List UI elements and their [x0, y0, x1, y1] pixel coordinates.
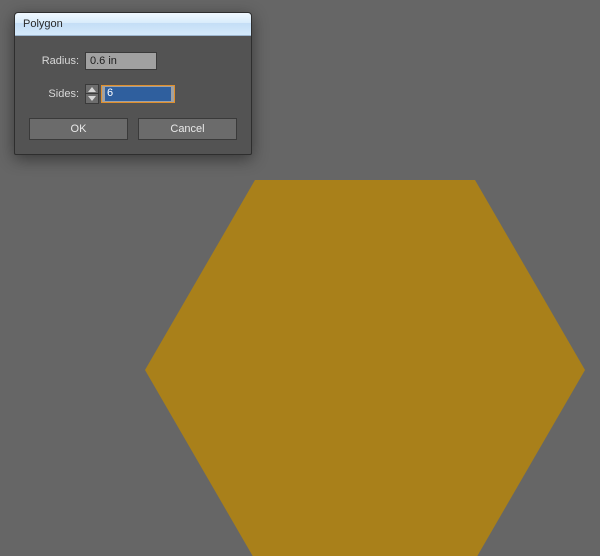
dialog-body: Radius: Sides: 6 OK Cancel: [15, 36, 251, 154]
radius-label: Radius:: [29, 55, 85, 67]
sides-step-up[interactable]: [85, 84, 99, 94]
cancel-button[interactable]: Cancel: [138, 118, 237, 140]
hexagon-polygon: [145, 180, 585, 556]
dialog-button-row: OK Cancel: [29, 118, 237, 140]
radius-input[interactable]: [85, 52, 157, 70]
hexagon-shape: [145, 180, 585, 556]
sides-stepper: [85, 84, 99, 104]
chevron-down-icon: [88, 96, 96, 101]
sides-label: Sides:: [29, 88, 85, 100]
dialog-title: Polygon: [23, 18, 63, 30]
polygon-dialog: Polygon Radius: Sides: 6 OK: [14, 12, 252, 155]
chevron-up-icon: [88, 87, 96, 92]
ok-button[interactable]: OK: [29, 118, 128, 140]
sides-input[interactable]: [101, 85, 175, 103]
dialog-titlebar[interactable]: Polygon: [15, 13, 251, 36]
radius-row: Radius:: [29, 52, 237, 70]
sides-step-down[interactable]: [85, 94, 99, 104]
sides-row: Sides: 6: [29, 84, 237, 104]
